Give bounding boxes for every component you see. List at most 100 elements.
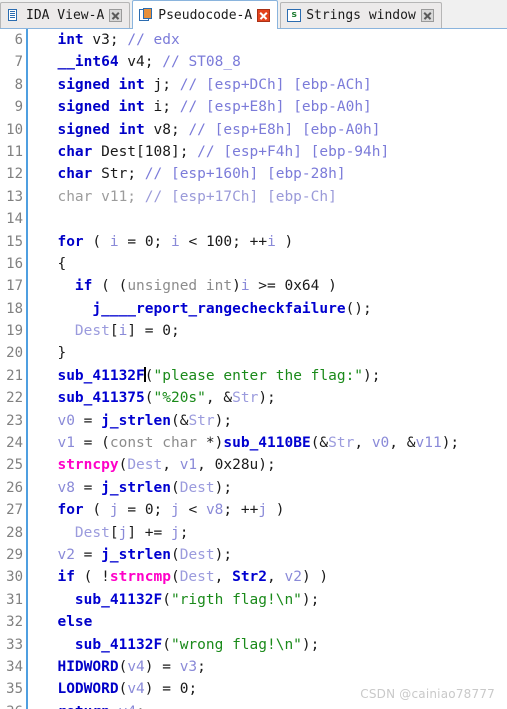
code-line[interactable]: 16 { <box>0 252 507 276</box>
token-kw: if <box>74 278 93 295</box>
code-line[interactable]: 25 strncpy(Dest, v1, 0x28u); <box>0 454 507 477</box>
tab-bar: IDA View-A Pseudocode-A s Strings window <box>0 0 507 29</box>
line-number: 15 <box>0 230 28 253</box>
token-plain: ); <box>258 457 276 474</box>
code-line[interactable]: 19 Dest[i] = 0; <box>0 320 507 343</box>
token-plain: ( <box>170 479 180 496</box>
code-line[interactable]: 34 HIDWORD(v4) = v3; <box>0 655 507 679</box>
token-plain: = <box>118 502 145 519</box>
code-line[interactable]: 7 __int64 v4; // ST08_8 <box>0 51 507 74</box>
code-line[interactable]: 31 sub_41132F("rigth flag!\n"); <box>0 588 507 612</box>
line-number: 8 <box>0 73 28 97</box>
code-line[interactable]: 29 v2 = j_strlen(Dest); <box>0 543 507 567</box>
code-text: v8 = j_strlen(Dest); <box>28 477 232 499</box>
token-fn: sub_411375 <box>57 390 145 407</box>
token-var: v3 <box>179 658 198 675</box>
token-num: 0 <box>144 502 154 519</box>
token-plain: ( <box>144 390 154 407</box>
code-line[interactable]: 26 v8 = j_strlen(Dest); <box>0 476 507 500</box>
token-plain: ; <box>127 166 137 183</box>
token-plain: v8 <box>144 121 171 138</box>
code-line[interactable]: 18 j____report_rangecheckfailure(); <box>0 297 507 321</box>
tab-label: Strings window <box>306 8 416 23</box>
code-line[interactable]: 14 <box>0 208 507 231</box>
code-line[interactable]: 32 else <box>0 611 507 634</box>
token-plain: { <box>40 255 67 272</box>
token-kw: else <box>57 614 93 631</box>
code-line[interactable]: 17 if ( (unsigned int)i >= 0x64 ) <box>0 275 507 298</box>
token-kw: signed int <box>57 99 145 116</box>
token-plain: ) <box>319 278 337 295</box>
token-kw: return <box>57 704 109 709</box>
code-line[interactable]: 36 return v4; <box>0 700 507 709</box>
code-text: sub_41132F("rigth flag!\n"); <box>28 589 319 611</box>
line-number: 30 <box>0 566 28 589</box>
code-text: strncpy(Dest, v1, 0x28u); <box>28 454 276 476</box>
token-num: 100 <box>205 233 233 250</box>
code-line[interactable]: 11 char Dest[108]; // [esp+F4h] [ebp-94h… <box>0 140 507 164</box>
code-line[interactable]: 8 signed int j; // [esp+DCh] [ebp-ACh] <box>0 73 507 97</box>
code-line[interactable]: 27 for ( j = 0; j < v8; ++j ) <box>0 499 507 522</box>
token-str: "please enter the flag:" <box>153 367 364 384</box>
code-line[interactable]: 24 v1 = (const char *)sub_4110BE(&Str, v… <box>0 432 507 455</box>
line-number: 21 <box>0 364 28 388</box>
code-line[interactable]: 30 if ( !strncmp(Dest, Str2, v2) ) <box>0 566 507 589</box>
code-text: for ( i = 0; i < 100; ++i ) <box>28 231 293 253</box>
line-number: 27 <box>0 499 28 522</box>
token-plain: ; <box>162 99 171 116</box>
token-plain: ; <box>197 658 206 675</box>
token-var: i <box>118 323 128 340</box>
code-line[interactable]: 33 sub_41132F("wrong flag!\n"); <box>0 633 507 656</box>
code-line[interactable]: 10 signed int v8; // [esp+E8h] [ebp-A0h] <box>0 118 507 141</box>
code-line[interactable]: 6 int v3; // edx <box>0 29 507 52</box>
code-line[interactable]: 9 signed int i; // [esp+E8h] [ebp-A0h] <box>0 96 507 119</box>
token-kw: for <box>57 233 84 250</box>
token-var: i <box>267 233 276 250</box>
close-icon[interactable] <box>257 8 271 22</box>
pseudocode-editor[interactable]: 6 int v3; // edx 7 __int64 v4; // ST08_8 8… <box>0 29 507 709</box>
code-line[interactable]: 15 for ( i = 0; i < 100; ++i ) <box>0 230 507 253</box>
code-line[interactable]: 20 } <box>0 342 507 365</box>
token-plain: (& <box>170 412 189 429</box>
line-number: 22 <box>0 387 28 410</box>
token-str: "rigth flag!\n" <box>170 591 302 608</box>
token-var: v1 <box>57 435 75 452</box>
token-cmt: // [esp+F4h] [ebp-94h] <box>197 143 390 160</box>
line-number: 10 <box>0 118 28 141</box>
token-var: v8 <box>205 502 224 519</box>
code-line[interactable]: 12 char Str; // [esp+160h] [ebp-28h] <box>0 163 507 186</box>
line-number: 36 <box>0 700 28 709</box>
tab-strings-window[interactable]: s Strings window <box>280 2 442 28</box>
code-line[interactable]: 23 v0 = j_strlen(&Str); <box>0 409 507 433</box>
code-line[interactable]: 28 Dest[j] += j; <box>0 521 507 544</box>
tab-pseudocode-a[interactable]: Pseudocode-A <box>132 0 279 29</box>
token-plain: = <box>74 546 102 563</box>
token-gvar: Dest <box>74 323 110 340</box>
token-plain: ] += <box>127 524 171 541</box>
code-line[interactable]: 21 sub_41132F("please enter the flag:"); <box>0 364 507 388</box>
token-gvar: Str <box>188 412 215 429</box>
code-text: signed int v8; // [esp+E8h] [ebp-A0h] <box>28 119 380 141</box>
token-var: j <box>170 524 180 541</box>
pseudocode-icon <box>139 8 153 22</box>
token-cmt: // [esp+160h] [ebp-28h] <box>144 166 346 183</box>
token-libfn: strncmp <box>109 569 171 586</box>
token-fn: sub_41132F <box>57 367 145 384</box>
code-line[interactable]: 22 sub_411375("%20s", &Str); <box>0 387 507 410</box>
token-plain: ( <box>118 457 128 474</box>
tab-ida-view-a[interactable]: IDA View-A <box>0 2 131 28</box>
token-var: v11 <box>415 435 442 452</box>
close-icon[interactable] <box>420 9 434 22</box>
code-text: v2 = j_strlen(Dest); <box>28 544 232 566</box>
code-line[interactable]: 13 char v11; // [esp+17Ch] [ebp-Ch] <box>0 185 507 209</box>
close-icon[interactable] <box>109 9 123 22</box>
line-number: 23 <box>0 409 28 433</box>
line-number: 17 <box>0 275 28 298</box>
token-kw: if <box>57 569 75 586</box>
